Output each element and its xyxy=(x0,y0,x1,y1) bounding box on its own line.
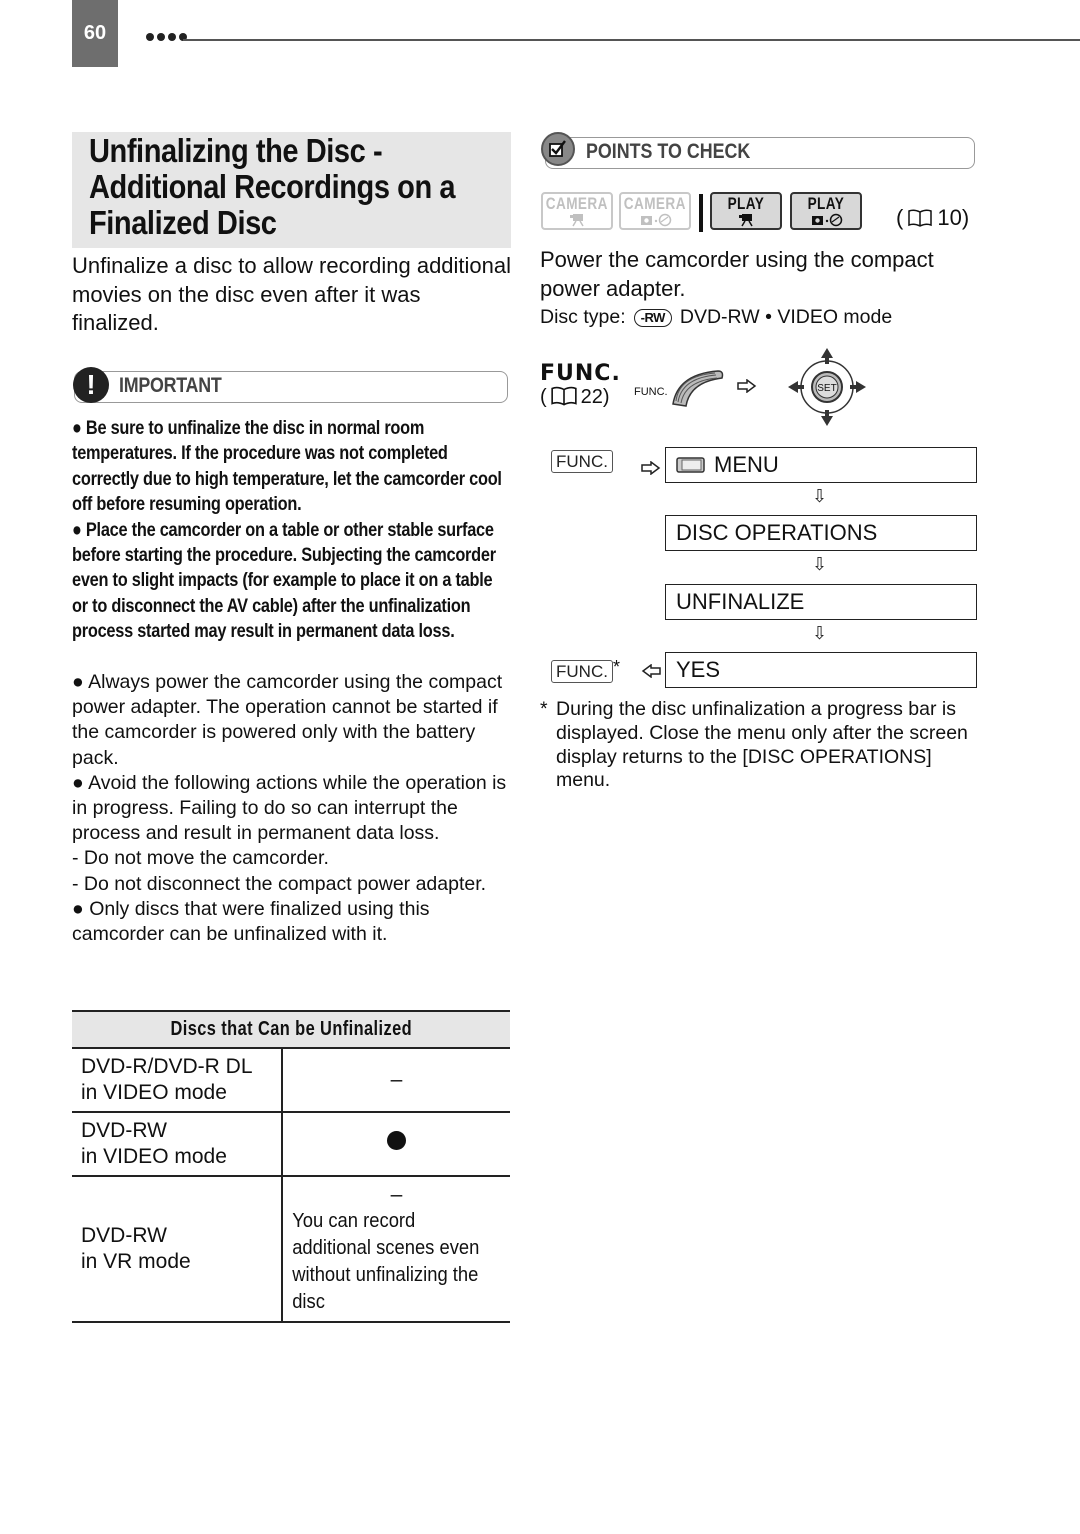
mode-camera-photo: CAMERA xyxy=(619,192,691,230)
footnote: * During the disc unfinalization a progr… xyxy=(540,698,968,792)
header-dots xyxy=(146,33,187,41)
func-page-ref: (22) xyxy=(540,386,610,408)
note-item: ● Only discs that were finalized using t… xyxy=(72,897,430,946)
rw-disc-icon: -RW xyxy=(633,308,672,327)
menu-step-menu[interactable]: MENU xyxy=(665,447,977,483)
menu-step-yes[interactable]: YES xyxy=(665,652,977,688)
page-title: Unfinalizing the Disc - Additional Recor… xyxy=(89,132,456,241)
note-item: ● Be sure to unfinalize the disc in norm… xyxy=(72,417,502,516)
note-sub-item: - Do not disconnect the compact power ad… xyxy=(72,872,487,895)
page-ref: (10) xyxy=(896,205,970,230)
mode-camera-movie: CAMERA xyxy=(541,192,613,230)
menu-icon xyxy=(676,457,705,473)
disc-type: Disc type: -RW DVD-RW • VIDEO mode xyxy=(540,306,893,328)
important-notes: ● Always power the camcorder using the c… xyxy=(72,670,512,947)
movie-camera-icon xyxy=(739,214,753,227)
page-number: 60 xyxy=(83,22,107,44)
func-button-final[interactable]: FUNC. * xyxy=(551,657,620,683)
supported-dot-icon xyxy=(387,1131,406,1150)
left-arrow-icon xyxy=(641,664,661,678)
value-cell: – You can record additional scenes even … xyxy=(282,1176,510,1323)
disc-cell: DVD-RW in VR mode xyxy=(72,1176,283,1323)
movie-camera-icon xyxy=(570,214,584,227)
func-heading: FUNC. xyxy=(540,361,621,386)
book-icon xyxy=(908,209,933,227)
disc-cell: DVD-RW in VIDEO mode xyxy=(72,1112,283,1177)
important-label: IMPORTANT xyxy=(119,374,222,397)
points-to-check-label: POINTS TO CHECK xyxy=(586,140,751,163)
table-header: Discs that Can be Unfinalized xyxy=(72,1010,510,1049)
mode-play-movie: PLAY xyxy=(710,192,782,230)
func-button-label: FUNC. xyxy=(634,386,668,398)
table-row: DVD-RW in VIDEO mode xyxy=(72,1112,510,1177)
photo-disc-icon xyxy=(812,213,843,227)
header-rule xyxy=(183,39,1080,41)
power-instruction: Power the camcorder using the compact po… xyxy=(540,247,934,301)
exclamation-icon: ! xyxy=(73,367,109,403)
discs-table: Discs that Can be Unfinalized DVD-R/DVD-… xyxy=(72,1010,510,1323)
checkbox-icon xyxy=(541,132,575,166)
book-icon xyxy=(551,386,577,406)
note-sub-item: - Do not move the camcorder. xyxy=(72,847,329,870)
down-arrow-icon: ⇩ xyxy=(812,623,828,643)
down-arrow-icon: ⇩ xyxy=(812,554,828,574)
right-arrow-icon xyxy=(737,379,757,393)
note-item: ● Always power the camcorder using the c… xyxy=(72,671,503,769)
note-item: ● Avoid the following actions while the … xyxy=(72,771,507,845)
photo-disc-icon xyxy=(641,213,672,227)
important-bold-notes: ● Be sure to unfinalize the disc in norm… xyxy=(72,416,508,645)
value-cell: – xyxy=(282,1048,510,1113)
disc-cell: DVD-R/DVD-R DL in VIDEO mode xyxy=(72,1048,283,1113)
value-cell xyxy=(282,1112,510,1177)
joystick-icon[interactable]: SET xyxy=(786,346,868,428)
right-arrow-icon xyxy=(641,461,661,475)
dash-mark: – xyxy=(390,1183,403,1206)
table-row: DVD-RW in VR mode – You can record addit… xyxy=(72,1176,510,1323)
note-item: ● Place the camcorder on a table or othe… xyxy=(72,518,496,643)
mode-play-photo: PLAY xyxy=(790,192,862,230)
mode-separator xyxy=(699,194,703,232)
func-button-icon[interactable] xyxy=(670,368,726,408)
joystick-set-label: SET xyxy=(817,383,836,394)
menu-step-disc-operations[interactable]: DISC OPERATIONS xyxy=(665,515,977,551)
title-box: Unfinalizing the Disc - Additional Recor… xyxy=(72,132,511,248)
intro-text: Unfinalize a disc to allow recording add… xyxy=(72,253,512,335)
table-row: DVD-R/DVD-R DL in VIDEO mode – xyxy=(72,1048,510,1113)
func-button[interactable]: FUNC. xyxy=(551,450,613,473)
menu-step-unfinalize[interactable]: UNFINALIZE xyxy=(665,584,977,620)
page-number-tab: 60 xyxy=(72,0,118,67)
vr-note: You can record additional scenes even wi… xyxy=(292,1210,480,1313)
down-arrow-icon: ⇩ xyxy=(812,486,828,506)
dash-mark: – xyxy=(390,1068,403,1091)
